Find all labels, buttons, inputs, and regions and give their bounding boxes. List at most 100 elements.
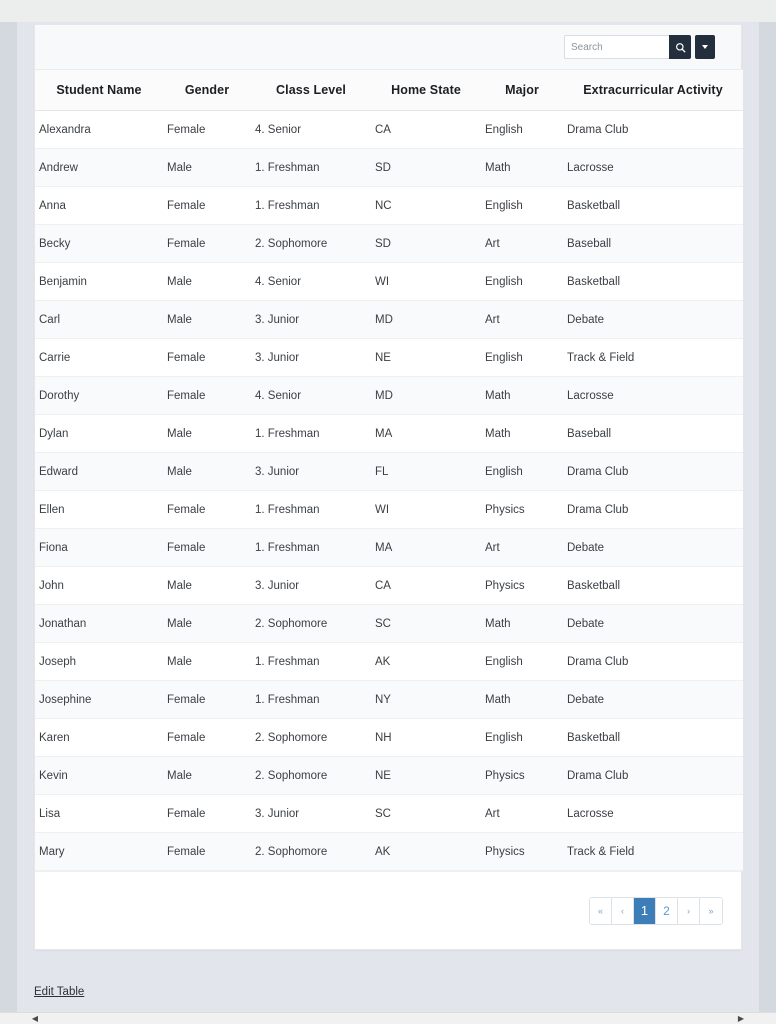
table-row[interactable]: Joseph Male 1. Freshman AK English Drama Club <box>35 642 743 681</box>
cell-gender: Female <box>163 338 251 377</box>
table-row[interactable]: John Male 3. Junior CA Physics Basketball <box>35 566 743 605</box>
edit-table-link[interactable]: Edit Table <box>34 986 84 998</box>
cell-major: Math <box>481 376 563 415</box>
column-header-gender[interactable]: Gender <box>163 69 251 111</box>
cell-extracurricular: Drama Club <box>563 452 743 491</box>
cell-gender: Male <box>163 604 251 643</box>
cell-extracurricular: Debate <box>563 680 743 719</box>
cell-gender: Male <box>163 414 251 453</box>
cell-student-name: Fiona <box>35 528 163 567</box>
column-header-major[interactable]: Major <box>481 69 563 111</box>
cell-home-state: AK <box>371 832 481 871</box>
cell-student-name: Mary <box>35 832 163 871</box>
cell-student-name: Ellen <box>35 490 163 529</box>
cell-major: English <box>481 718 563 757</box>
table-row[interactable]: Becky Female 2. Sophomore SD Art Baseball <box>35 224 743 263</box>
table-row[interactable]: Lisa Female 3. Junior SC Art Lacrosse <box>35 794 743 833</box>
column-header-home-state[interactable]: Home State <box>371 69 481 111</box>
table-row[interactable]: Jonathan Male 2. Sophomore SC Math Debate <box>35 604 743 643</box>
cell-class-level: 3. Junior <box>251 452 371 491</box>
cell-gender: Male <box>163 566 251 605</box>
cell-class-level: 1. Freshman <box>251 680 371 719</box>
cell-major: English <box>481 452 563 491</box>
cell-class-level: 1. Freshman <box>251 490 371 529</box>
cell-home-state: NC <box>371 186 481 225</box>
table-row[interactable]: Benjamin Male 4. Senior WI English Basketball <box>35 262 743 301</box>
cell-major: Art <box>481 224 563 263</box>
cell-home-state: CA <box>371 110 481 149</box>
table-row[interactable]: Edward Male 3. Junior FL English Drama Club <box>35 452 743 491</box>
cell-home-state: NE <box>371 338 481 377</box>
cell-class-level: 2. Sophomore <box>251 832 371 871</box>
table-row[interactable]: Anna Female 1. Freshman NC English Basketball <box>35 186 743 225</box>
cell-major: Art <box>481 300 563 339</box>
cell-student-name: Carl <box>35 300 163 339</box>
table-row[interactable]: Andrew Male 1. Freshman SD Math Lacrosse <box>35 148 743 187</box>
column-header-student-name[interactable]: Student Name <box>35 69 163 111</box>
cell-extracurricular: Track & Field <box>563 832 743 871</box>
cell-class-level: 3. Junior <box>251 794 371 833</box>
cell-gender: Female <box>163 528 251 567</box>
table-row[interactable]: Fiona Female 1. Freshman MA Art Debate <box>35 528 743 567</box>
pagination-page-1[interactable]: 1 <box>634 897 656 924</box>
pagination-first[interactable]: « <box>590 897 612 924</box>
cell-extracurricular: Debate <box>563 604 743 643</box>
cell-student-name: Andrew <box>35 148 163 187</box>
cell-extracurricular: Basketball <box>563 186 743 225</box>
pagination-next[interactable]: › <box>678 897 700 924</box>
table-row[interactable]: Karen Female 2. Sophomore NH English Basketba… <box>35 718 743 757</box>
scroll-left-arrow-icon[interactable]: ◀ <box>30 1014 40 1024</box>
pagination-page-2[interactable]: 2 <box>656 897 678 924</box>
table-row[interactable]: Ellen Female 1. Freshman WI Physics Drama Clu… <box>35 490 743 529</box>
table-row[interactable]: Carrie Female 3. Junior NE English Track & Fi… <box>35 338 743 377</box>
cell-major: Art <box>481 794 563 833</box>
scroll-right-arrow-icon[interactable]: ▶ <box>736 1014 746 1024</box>
cell-major: Physics <box>481 756 563 795</box>
cell-extracurricular: Baseball <box>563 414 743 453</box>
cell-home-state: NE <box>371 756 481 795</box>
cell-home-state: SC <box>371 604 481 643</box>
column-header-extracurricular[interactable]: Extracurricular Activity <box>563 69 743 111</box>
table-row[interactable]: Dylan Male 1. Freshman MA Math Baseball <box>35 414 743 453</box>
table-body: Alexandra Female 4. Senior CA English Drama C… <box>35 110 743 871</box>
search-options-dropdown-button[interactable] <box>695 35 715 59</box>
table-row[interactable]: Carl Male 3. Junior MD Art Debate <box>35 300 743 339</box>
pagination-prev[interactable]: ‹ <box>612 897 634 924</box>
search-button[interactable] <box>669 35 691 59</box>
cell-class-level: 2. Sophomore <box>251 718 371 757</box>
table-toolbar <box>35 25 741 69</box>
table-row[interactable]: Josephine Female 1. Freshman NY Math Debate <box>35 680 743 719</box>
cell-gender: Male <box>163 262 251 301</box>
student-table-card: Student Name Gender Class Level Home Sta… <box>34 24 743 950</box>
horizontal-scrollbar-thumb[interactable] <box>40 1015 730 1023</box>
horizontal-scrollbar[interactable]: ◀ ▶ <box>0 1012 776 1024</box>
cell-home-state: MA <box>371 528 481 567</box>
cell-class-level: 1. Freshman <box>251 528 371 567</box>
cell-gender: Female <box>163 376 251 415</box>
column-header-class-level[interactable]: Class Level <box>251 69 371 111</box>
cell-class-level: 1. Freshman <box>251 148 371 187</box>
cell-extracurricular: Lacrosse <box>563 794 743 833</box>
cell-extracurricular: Lacrosse <box>563 376 743 415</box>
cell-home-state: WI <box>371 490 481 529</box>
search-input[interactable] <box>564 35 669 59</box>
table-row[interactable]: Mary Female 2. Sophomore AK Physics Track & F… <box>35 832 743 871</box>
pagination-last[interactable]: » <box>700 897 722 924</box>
cell-extracurricular: Lacrosse <box>563 148 743 187</box>
cell-class-level: 1. Freshman <box>251 642 371 681</box>
table-row[interactable]: Dorothy Female 4. Senior MD Math Lacrosse <box>35 376 743 415</box>
cell-major: Math <box>481 414 563 453</box>
cell-class-level: 1. Freshman <box>251 414 371 453</box>
table-row[interactable]: Alexandra Female 4. Senior CA English Drama C… <box>35 110 743 149</box>
cell-student-name: Carrie <box>35 338 163 377</box>
students-table: Student Name Gender Class Level Home Sta… <box>35 69 743 871</box>
cell-student-name: Joseph <box>35 642 163 681</box>
cell-student-name: Dylan <box>35 414 163 453</box>
cell-major: Math <box>481 680 563 719</box>
cell-major: Physics <box>481 490 563 529</box>
cell-major: Physics <box>481 566 563 605</box>
table-row[interactable]: Kevin Male 2. Sophomore NE Physics Drama Club <box>35 756 743 795</box>
cell-major: Art <box>481 528 563 567</box>
cell-extracurricular: Drama Club <box>563 642 743 681</box>
cell-major: English <box>481 262 563 301</box>
